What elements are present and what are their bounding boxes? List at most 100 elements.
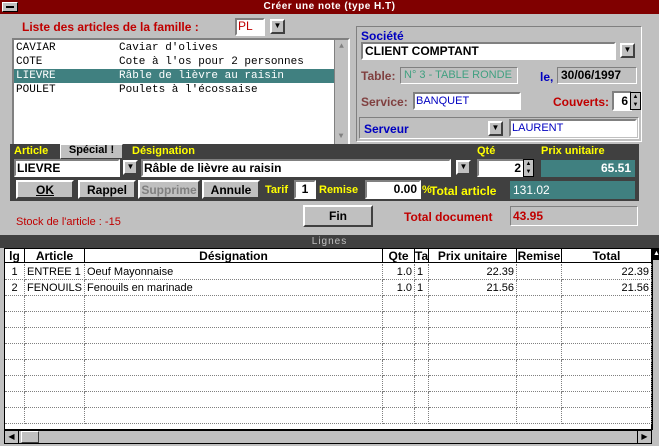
cell-total[interactable]: 22.39 [562,264,652,280]
table-row[interactable] [5,344,652,360]
cell-lg[interactable] [5,344,25,360]
scroll-up-icon[interactable]: ▲ [653,248,659,260]
cell-lg[interactable] [5,360,25,376]
cell-designation[interactable] [85,408,383,424]
column-header[interactable]: Ta [415,249,429,263]
cell-prix[interactable]: 21.56 [429,280,517,296]
family-field[interactable]: PL [235,18,265,36]
table-row[interactable] [5,392,652,408]
cell-total[interactable] [562,408,652,424]
scroll-up-icon[interactable]: ▲ [335,40,348,54]
table-row[interactable] [5,312,652,328]
couverts-field[interactable]: 6 [612,91,632,111]
cell-qte[interactable] [383,328,415,344]
cell-qte[interactable] [383,360,415,376]
prix-field[interactable]: 65.51 [541,160,635,177]
table-row[interactable]: 2 FENOUILS Fenouils en marinade 1.0 1 21.56 21… [5,280,652,296]
supprime-button[interactable]: Supprime [138,180,200,199]
cell-designation[interactable]: Oeuf Mayonnaise [85,264,383,280]
cell-qte[interactable]: 1.0 [383,280,415,296]
cell-lg[interactable] [5,312,25,328]
cell-remise[interactable] [517,392,562,408]
cell-total[interactable] [562,328,652,344]
scroll-left-icon[interactable]: ◀ [5,431,19,443]
cell-article[interactable] [25,312,85,328]
service-field[interactable]: BANQUET [413,92,521,110]
article-list-item[interactable]: POULET Poulets à l'écossaise [14,83,334,97]
spin-up-icon[interactable]: ▲ [631,93,640,101]
cell-total[interactable] [562,312,652,328]
cell-article[interactable]: ENTREE 1 [25,264,85,280]
cell-designation[interactable] [85,392,383,408]
system-menu-icon[interactable] [2,2,18,12]
family-dropdown-button[interactable]: ▼ [270,19,285,34]
cell-ta[interactable] [415,344,429,360]
cell-lg[interactable]: 1 [5,264,25,280]
cell-lg[interactable] [5,328,25,344]
cell-prix[interactable] [429,392,517,408]
couverts-spinner[interactable]: ▲ ▼ [630,92,641,110]
column-header[interactable]: Prix unitaire [429,249,517,263]
cell-prix[interactable] [429,360,517,376]
cell-lg[interactable] [5,376,25,392]
cell-qte[interactable] [383,376,415,392]
cell-ta[interactable] [415,408,429,424]
spin-up-icon[interactable]: ▲ [524,160,533,168]
table-row[interactable] [5,376,652,392]
cell-remise[interactable] [517,344,562,360]
articles-list-scrollbar[interactable]: ▲ ▼ [334,40,348,144]
special-button[interactable]: Spécial ! [60,144,123,159]
cell-article[interactable] [25,296,85,312]
cell-remise[interactable] [517,280,562,296]
cell-designation[interactable] [85,328,383,344]
article-field[interactable]: LIEVRE [14,159,120,177]
article-dropdown-button[interactable]: ▼ [123,160,138,175]
cell-lg[interactable] [5,408,25,424]
designation-dropdown-button[interactable]: ▼ [456,160,471,175]
lignes-vertical-scrollbar[interactable]: ▲ [652,248,659,430]
cell-lg[interactable] [5,392,25,408]
cell-prix[interactable] [429,328,517,344]
cell-designation[interactable] [85,360,383,376]
cell-article[interactable] [25,360,85,376]
cell-article[interactable] [25,376,85,392]
scroll-down-icon[interactable]: ▼ [335,130,347,144]
column-header[interactable]: lg [5,249,25,263]
cell-designation[interactable]: Fenouils en marinade [85,280,383,296]
cell-total[interactable] [562,376,652,392]
cell-prix[interactable] [429,376,517,392]
cell-remise[interactable] [517,312,562,328]
cell-ta[interactable] [415,360,429,376]
article-list-item[interactable]: COTE Cote à l'os pour 2 personnes [14,55,334,69]
cell-article[interactable] [25,392,85,408]
rappel-button[interactable]: Rappel [78,180,136,199]
cell-article[interactable] [25,328,85,344]
cell-ta[interactable]: 1 [415,264,429,280]
table-row[interactable]: 1 ENTREE 1 Oeuf Mayonnaise 1.0 1 22.39 22.39 [5,264,652,280]
cell-ta[interactable] [415,328,429,344]
cell-remise[interactable] [517,360,562,376]
cell-lg[interactable]: 2 [5,280,25,296]
cell-designation[interactable] [85,296,383,312]
cell-qte[interactable] [383,296,415,312]
cell-article[interactable]: FENOUILS [25,280,85,296]
qte-spinner[interactable]: ▲ ▼ [523,159,534,177]
cell-total[interactable] [562,344,652,360]
cell-qte[interactable] [383,344,415,360]
cell-prix[interactable] [429,296,517,312]
cell-designation[interactable] [85,376,383,392]
cell-total[interactable] [562,360,652,376]
column-header[interactable]: Total [562,249,652,263]
cell-ta[interactable] [415,376,429,392]
article-list-item[interactable]: CAVIAR Caviar d'olives [14,41,334,55]
cell-total[interactable] [562,296,652,312]
column-header[interactable]: Désignation [85,249,383,263]
cell-ta[interactable]: 1 [415,280,429,296]
cell-remise[interactable] [517,328,562,344]
cell-ta[interactable] [415,312,429,328]
column-header[interactable]: Remise [517,249,562,263]
cell-prix[interactable] [429,312,517,328]
scroll-thumb[interactable] [21,431,39,443]
cell-article[interactable] [25,344,85,360]
scroll-right-icon[interactable]: ▶ [637,431,651,443]
